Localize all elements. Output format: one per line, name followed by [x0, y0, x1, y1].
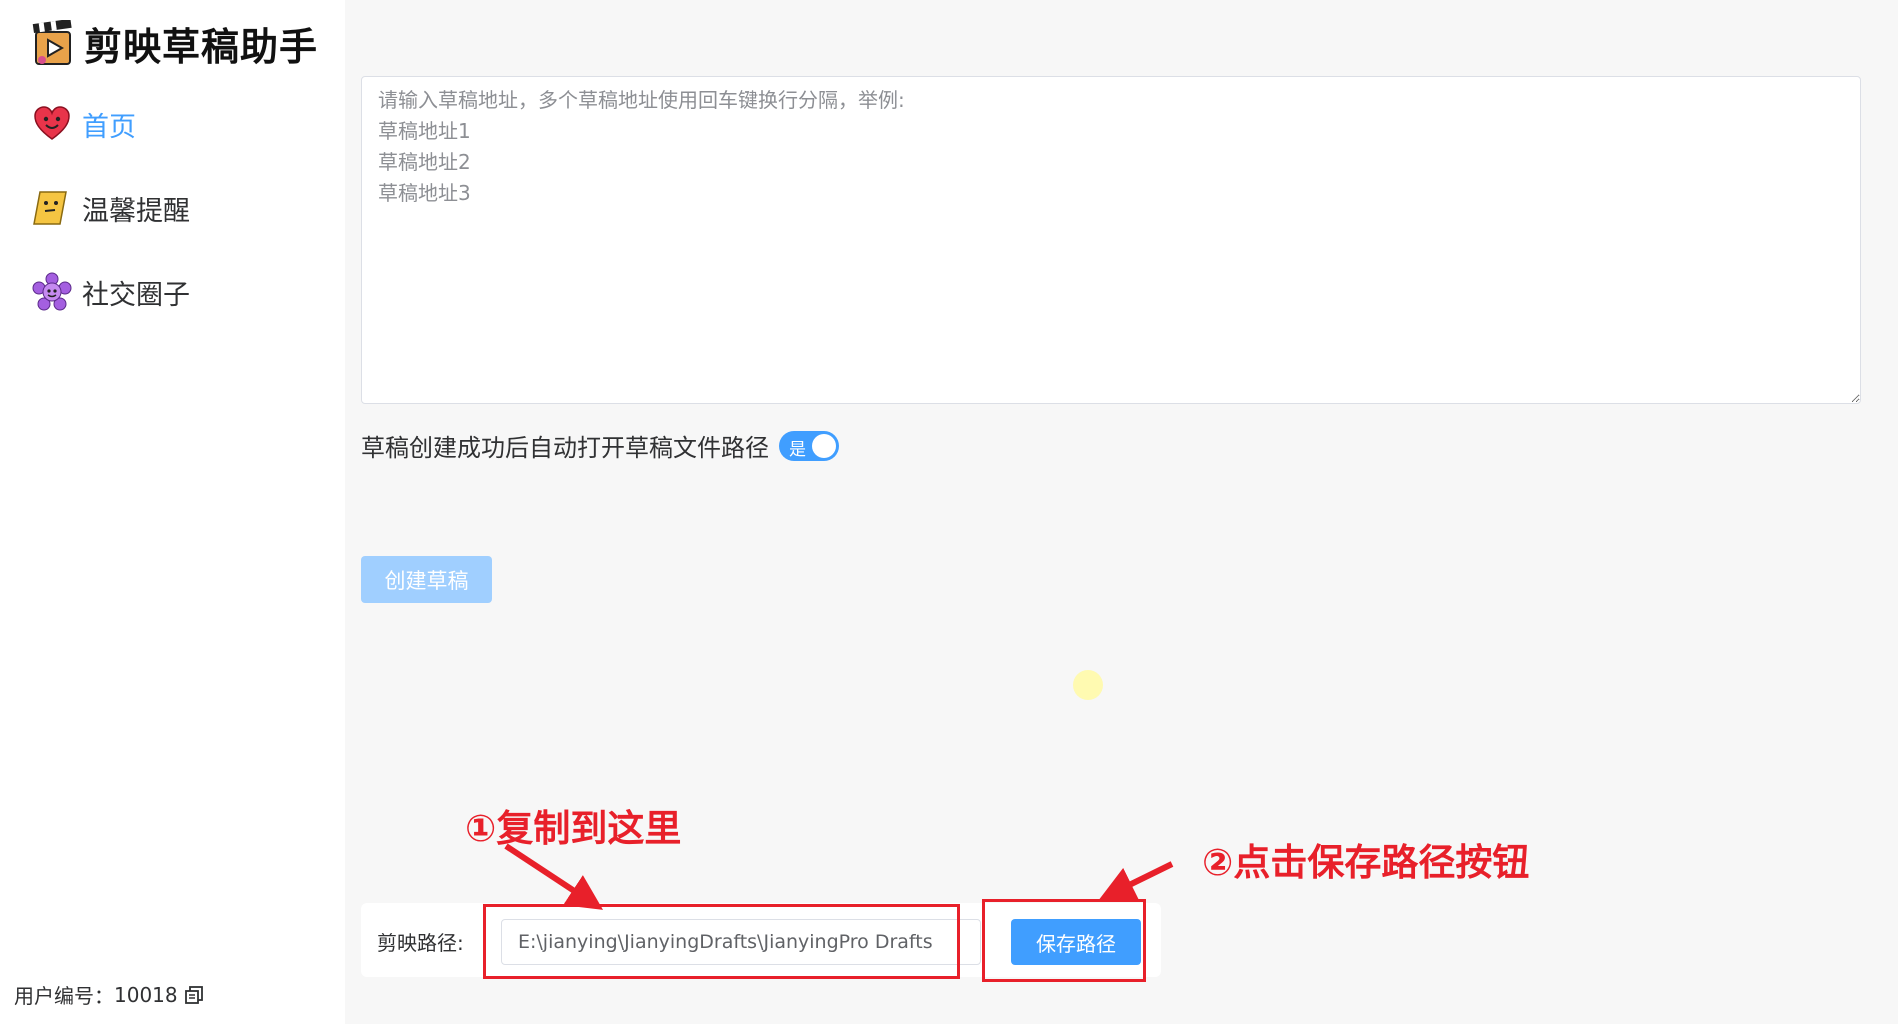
auto-open-label: 草稿创建成功后自动打开草稿文件路径	[361, 434, 769, 462]
path-label: 剪映路径:	[377, 931, 464, 955]
note-face-icon	[33, 191, 67, 225]
sidebar-item-home[interactable]: 首页	[32, 104, 136, 144]
user-id-value: 10018	[114, 982, 178, 1007]
sidebar-item-label: 社交圈子	[82, 279, 190, 311]
annotation-box-save	[982, 899, 1146, 982]
drafts-input[interactable]	[361, 76, 1861, 404]
flower-face-icon	[32, 272, 72, 311]
copy-icon[interactable]	[184, 985, 204, 1005]
user-id-label: 用户编号：	[14, 984, 114, 1008]
film-clapper-icon	[32, 19, 72, 65]
mouse-cursor-highlight	[1073, 670, 1103, 700]
auto-open-row: 草稿创建成功后自动打开草稿文件路径 是	[361, 428, 839, 463]
heart-face-icon	[34, 106, 70, 140]
annotation-step1: ①复制到这里	[465, 807, 682, 850]
sidebar-item-label: 首页	[82, 111, 136, 143]
annotation-box-path	[483, 904, 960, 979]
switch-text: 是	[789, 439, 806, 460]
sidebar-item-label: 温馨提醒	[82, 195, 190, 227]
annotation-step2: ②点击保存路径按钮	[1202, 841, 1530, 884]
auto-open-switch[interactable]: 是	[779, 430, 839, 461]
app-title: 剪映草稿助手	[84, 24, 319, 69]
main-content: 草稿创建成功后自动打开草稿文件路径 是 创建草稿 剪映路径: 保存路径	[345, 0, 1898, 1024]
create-draft-button[interactable]: 创建草稿	[361, 556, 492, 603]
user-id: 用户编号： 10018	[14, 980, 204, 1009]
sidebar: 剪映草稿助手 首页 温馨提醒 社交圈子 用户编号： 10018	[0, 0, 345, 1024]
switch-knob	[812, 433, 836, 458]
app-logo: 剪映草稿助手	[30, 16, 318, 71]
sidebar-item-reminder[interactable]: 温馨提醒	[32, 188, 190, 228]
sidebar-item-social[interactable]: 社交圈子	[32, 272, 190, 312]
